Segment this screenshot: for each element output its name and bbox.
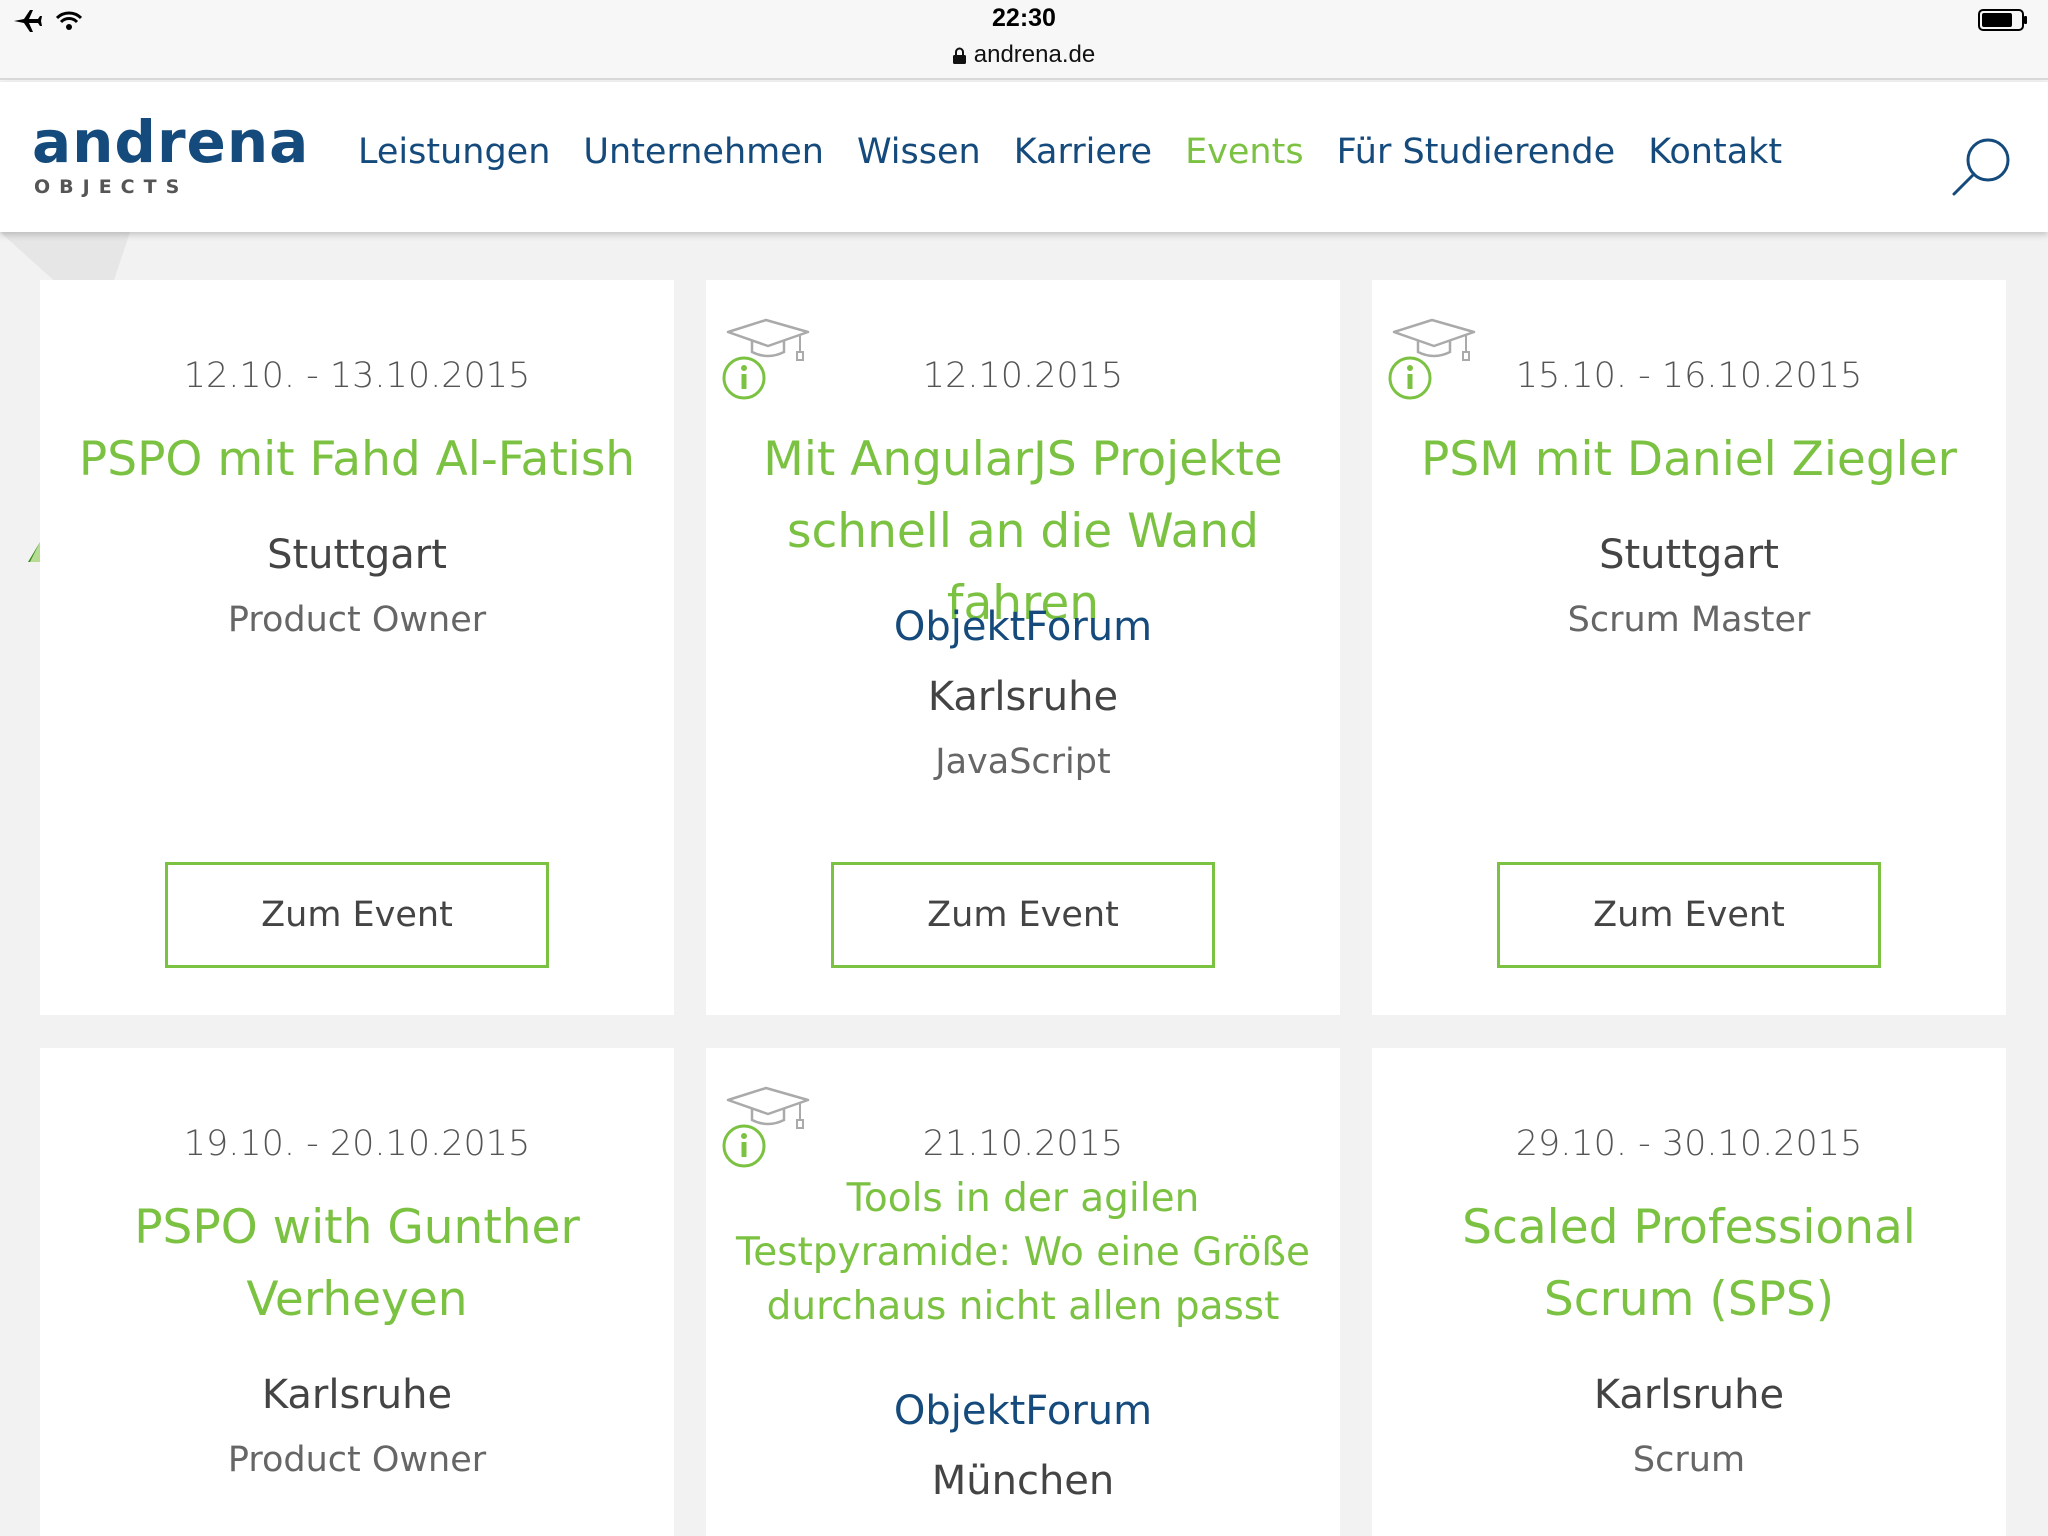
event-topic: Scrum Master — [1567, 600, 1811, 640]
event-date: 19.10. - 20.10.2015 — [183, 1124, 531, 1164]
nav-leistungen[interactable]: Leistungen — [358, 132, 550, 172]
main-navigation: Leistungen Unternehmen Wissen Karriere E… — [358, 132, 1782, 172]
event-title[interactable]: PSPO with Gunther Verheyen — [60, 1192, 654, 1336]
event-forum-link[interactable]: ObjektForum — [706, 604, 1340, 650]
event-date: 21.10.2015 — [922, 1124, 1124, 1164]
lock-icon — [952, 47, 966, 65]
status-time: 22:30 — [992, 4, 1056, 32]
event-date: 15.10. - 16.10.2015 — [1515, 356, 1863, 396]
nav-fuer-studierende[interactable]: Für Studierende — [1337, 132, 1616, 172]
event-city: Karlsruhe — [1593, 1372, 1785, 1418]
battery-icon — [1978, 9, 2027, 31]
event-city: Karlsruhe — [927, 674, 1119, 720]
ios-status-bar: 22:30 andrena.de — [0, 0, 2048, 80]
event-date: 12.10.2015 — [922, 356, 1124, 396]
event-city: München — [931, 1458, 1115, 1504]
nav-kontakt[interactable]: Kontakt — [1648, 132, 1782, 172]
zum-event-button[interactable]: Zum Event — [831, 862, 1215, 968]
event-card: 15.10. - 16.10.2015 PSM mit Daniel Ziegl… — [1372, 280, 2006, 1015]
event-card: 29.10. - 30.10.2015 Scaled Professional … — [1372, 1048, 2006, 1536]
event-title[interactable]: PSPO mit Fahd Al-Fatish — [60, 424, 654, 496]
event-topic: JavaScript — [935, 742, 1111, 782]
event-topic: Product Owner — [227, 600, 487, 640]
zum-event-button[interactable]: Zum Event — [1497, 862, 1881, 968]
site-header: andrena OBJECTS Leistungen Unternehmen W… — [0, 82, 2048, 232]
event-date: 12.10. - 13.10.2015 — [183, 356, 531, 396]
nav-events[interactable]: Events — [1185, 132, 1304, 172]
event-forum-link[interactable]: ObjektForum — [706, 1388, 1340, 1434]
event-card: 12.10. - 13.10.2015 PSPO mit Fahd Al-Fat… — [40, 280, 674, 1015]
event-date: 29.10. - 30.10.2015 — [1515, 1124, 1863, 1164]
nav-karriere[interactable]: Karriere — [1014, 132, 1152, 172]
event-card: 19.10. - 20.10.2015 PSPO with Gunther Ve… — [40, 1048, 674, 1536]
address-bar[interactable]: andrena.de — [0, 41, 2048, 69]
url-text: andrena.de — [973, 41, 1096, 68]
logo-wordmark: andrena — [32, 108, 310, 176]
event-city: Stuttgart — [1599, 532, 1779, 578]
event-title[interactable]: PSM mit Daniel Ziegler — [1392, 424, 1986, 496]
event-topic: Product Owner — [227, 1440, 487, 1480]
search-icon[interactable] — [1950, 134, 2014, 198]
event-topic: Scrum — [1632, 1440, 1746, 1480]
event-title[interactable]: Scaled Professional Scrum (SPS) — [1392, 1192, 1986, 1336]
event-card: 21.10.2015 Tools in der agilen Testpyram… — [706, 1048, 1340, 1536]
event-title[interactable]: Tools in der agilen Testpyramide: Wo ein… — [726, 1172, 1320, 1334]
zum-event-button[interactable]: Zum Event — [165, 862, 549, 968]
event-city: Karlsruhe — [261, 1372, 453, 1418]
event-card: 12.10.2015 Mit AngularJS Projekte schnel… — [706, 280, 1340, 1015]
nav-wissen[interactable]: Wissen — [857, 132, 981, 172]
logo-subtitle: OBJECTS — [34, 176, 189, 198]
event-city: Stuttgart — [267, 532, 447, 578]
andrena-logo[interactable]: andrena OBJECTS — [32, 112, 309, 198]
nav-unternehmen[interactable]: Unternehmen — [583, 132, 824, 172]
